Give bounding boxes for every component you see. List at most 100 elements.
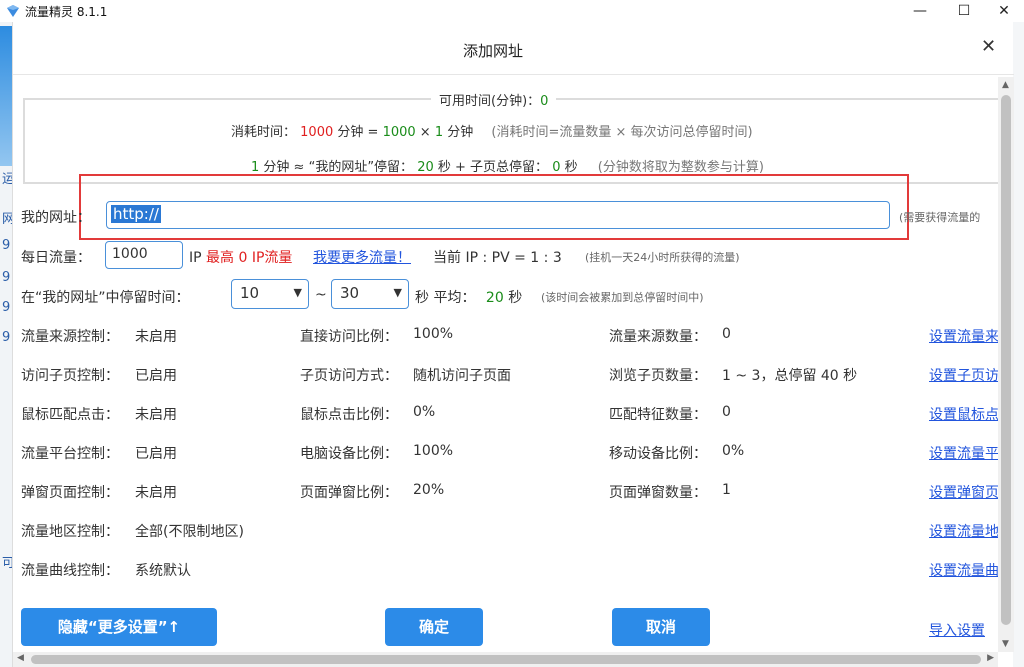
chevron-down-icon: ▼ [393, 286, 402, 299]
settings-row-right-label: 移动设备比例： [609, 446, 707, 462]
background-text: 9 [2, 300, 11, 315]
settings-row-status: 未启用 [135, 407, 177, 423]
consume-count: 1000 [382, 125, 416, 140]
scroll-down-icon[interactable]: ▼ [1002, 639, 1009, 649]
my-url-value: http:// [111, 205, 161, 223]
settings-row-mid-value: 100% [413, 326, 454, 342]
popup-settings-link[interactable]: 设置弹窗页 [929, 482, 999, 502]
background-text: 9 [2, 270, 11, 285]
current-ip-pv-text: 当前 IP : PV = 1 : 3 [433, 250, 562, 266]
traffic-source-settings-link[interactable]: 设置流量来 [929, 326, 999, 346]
platform-settings-link[interactable]: 设置流量平 [929, 443, 999, 463]
import-settings-link[interactable]: 导入设置 [929, 620, 985, 640]
stay-max-value: 30 [340, 284, 360, 302]
available-time-legend: 可用时间(分钟)：0 [431, 90, 557, 109]
settings-row-right-value: 0 [722, 326, 731, 342]
available-time-label: 可用时间(分钟)： [439, 94, 541, 109]
settings-row-right-value: 1 [722, 482, 731, 498]
background-banner [0, 26, 12, 166]
consume-time-value: 1000 [300, 125, 334, 140]
chevron-down-icon: ▼ [293, 286, 302, 299]
dialog-close-icon[interactable]: ✕ [981, 36, 996, 57]
maximize-button[interactable]: ☐ [944, 0, 984, 22]
average-value: 20 [485, 290, 504, 306]
horizontal-scrollbar[interactable]: ◀ ▶ [13, 652, 998, 667]
stay-max-select[interactable]: 30 ▼ [331, 279, 409, 309]
my-url-input[interactable]: http:// [106, 201, 890, 229]
app-titlebar: 流量精灵 8.1.1 — ☐ ✕ [0, 0, 1024, 22]
minimize-button[interactable]: — [900, 0, 940, 22]
one-minute-value: 1 [251, 160, 260, 175]
average-label: 秒 平均： [415, 290, 476, 306]
seconds-unit: 秒 [564, 160, 578, 175]
average-unit: 秒 [508, 290, 523, 306]
add-url-dialog: 添加网址 ✕ 可用时间(分钟)：0 消耗时间： 1000 分钟 = 1000 ×… [12, 22, 1014, 667]
settings-row-label: 弹窗页面控制： [21, 485, 119, 501]
max-ip-value: 0 IP流量 [238, 250, 293, 266]
consume-time-label: 消耗时间： [231, 125, 297, 140]
my-url-label: 我的网址： [21, 210, 91, 226]
settings-row-label: 流量来源控制： [21, 329, 119, 345]
settings-row-mid-label: 鼠标点击比例： [300, 407, 398, 423]
window-close-button[interactable]: ✕ [984, 0, 1024, 22]
range-tilde: ~ [315, 287, 327, 303]
background-text: 9 [2, 238, 11, 253]
background-app-right [1013, 22, 1024, 667]
hide-more-settings-button[interactable]: 隐藏“更多设置”↑ [21, 608, 217, 646]
scroll-left-icon[interactable]: ◀ [17, 653, 24, 663]
settings-row-mid-value: 随机访问子页面 [413, 368, 511, 384]
settings-row-label: 流量曲线控制： [21, 563, 119, 579]
stay-time-hint: (该时间会被累加到总停留时间中) [541, 291, 704, 304]
more-traffic-link[interactable]: 我要更多流量！ [313, 247, 411, 267]
cancel-button[interactable]: 取消 [612, 608, 710, 646]
stay-min-value: 10 [240, 284, 260, 302]
settings-row-status: 未启用 [135, 485, 177, 501]
minute-stay-label: 分钟 ≈ “我的网址”停留： [263, 160, 414, 175]
region-settings-link[interactable]: 设置流量地 [929, 521, 999, 541]
background-app-panel: 运 网 9 9 9 9 可 [0, 22, 15, 667]
stay-min-select[interactable]: 10 ▼ [231, 279, 309, 309]
daily-traffic-hint: (挂机一天24小时所获得的流量) [585, 251, 740, 264]
settings-row-mid-label: 子页访问方式： [300, 368, 398, 384]
stay-seconds-value: 20 [417, 160, 434, 175]
dialog-divider [13, 74, 1014, 75]
background-text: 9 [2, 330, 11, 345]
daily-traffic-ip-unit: IP 最高 0 IP流量 [189, 247, 292, 267]
settings-row-right-label: 匹配特征数量： [609, 407, 707, 423]
settings-row-status: 已启用 [135, 446, 177, 462]
subpage-stay-value: 0 [552, 160, 561, 175]
settings-row-mid-value: 100% [413, 443, 454, 459]
scroll-up-icon[interactable]: ▲ [1002, 80, 1009, 90]
settings-row-right-label: 流量来源数量： [609, 329, 707, 345]
dialog-title: 添加网址 [462, 42, 523, 60]
vertical-scrollbar[interactable]: ▲ ▼ [998, 77, 1014, 652]
settings-row-right-value: 1 ~ 3，总停留 40 秒 [722, 368, 858, 384]
settings-row-mid-label: 页面弹窗比例： [300, 485, 398, 501]
settings-row-label: 流量地区控制： [21, 524, 119, 540]
settings-row-right-label: 浏览子页数量： [609, 368, 707, 384]
settings-row-status: 全部(不限制地区) [135, 524, 244, 540]
minute-conversion-line: 1 分钟 ≈ “我的网址”停留： 20 秒 + 子页总停留： 0 秒 (分钟数将… [251, 156, 764, 175]
horizontal-scroll-thumb[interactable] [31, 655, 981, 664]
per-visit-unit: 分钟 [447, 125, 474, 140]
settings-row-status: 未启用 [135, 329, 177, 345]
times-sign: × [419, 125, 431, 140]
curve-settings-link[interactable]: 设置流量曲 [929, 560, 999, 580]
ip-unit-text: IP [189, 250, 202, 266]
subpage-settings-link[interactable]: 设置子页访 [929, 365, 999, 385]
max-label: 最高 [206, 250, 235, 266]
settings-row-mid-value: 0% [413, 404, 436, 420]
settings-row-right-label: 页面弹窗数量： [609, 485, 707, 501]
url-hint: (需要获得流量的 [899, 211, 981, 224]
stay-time-label: 在“我的网址”中停留时间： [21, 290, 190, 306]
settings-row-label: 访问子页控制： [21, 368, 119, 384]
scroll-right-icon[interactable]: ▶ [987, 653, 994, 663]
vertical-scroll-thumb[interactable] [1001, 95, 1011, 625]
confirm-button[interactable]: 确定 [385, 608, 483, 646]
mouse-click-settings-link[interactable]: 设置鼠标点 [929, 404, 999, 424]
minute-round-note: (分钟数将取为整数参与计算) [597, 160, 764, 175]
settings-row-right-value: 0 [722, 404, 731, 420]
daily-traffic-input[interactable]: 1000 [105, 241, 183, 269]
settings-row-right-value: 0% [722, 443, 745, 459]
subpage-stay-label: 秒 + 子页总停留： [437, 160, 549, 175]
